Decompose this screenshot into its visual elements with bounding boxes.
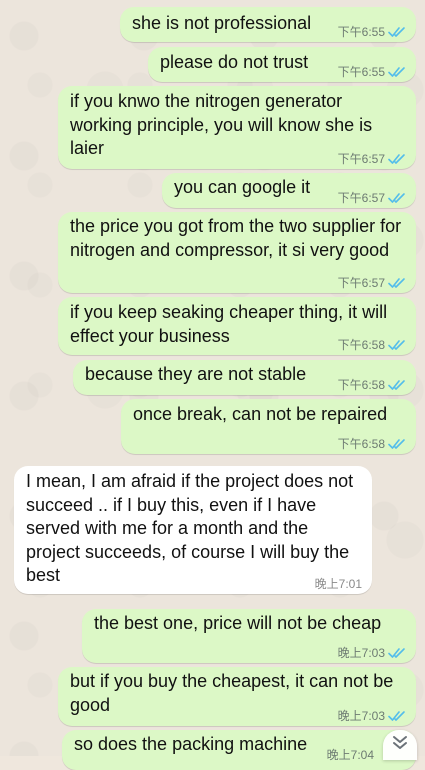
message-meta: 晚上7:01 <box>315 577 362 591</box>
message-meta: 晚上7:03 <box>338 646 406 660</box>
message-meta: 下午6:55 <box>338 25 406 39</box>
message-bubble[interactable]: but if you buy the cheapest, it can not … <box>58 667 416 726</box>
read-receipt-icon <box>388 192 406 204</box>
message-time: 下午6:57 <box>337 191 385 205</box>
read-receipt-icon <box>388 339 406 351</box>
message-time: 下午6:57 <box>337 276 385 290</box>
message-meta: 下午6:58 <box>338 437 406 451</box>
message-bubble[interactable]: if you keep seaking cheaper thing, it wi… <box>58 297 416 355</box>
message-bubble[interactable]: she is not professional 下午6:55 <box>120 7 416 42</box>
message-time: 下午6:58 <box>337 378 385 392</box>
read-receipt-icon <box>388 438 406 450</box>
read-receipt-icon <box>388 26 406 38</box>
message-bubble[interactable]: please do not trust 下午6:55 <box>148 47 416 82</box>
message-text: the price you got from the two supplier … <box>70 216 402 260</box>
message-meta: 下午6:57 <box>338 191 406 205</box>
message-time: 下午6:55 <box>337 65 385 79</box>
message-text: I mean, I am afraid if the project does … <box>26 471 354 585</box>
message-meta: 晚上7:03 <box>338 709 406 723</box>
read-receipt-icon <box>388 66 406 78</box>
message-time: 晚上7:03 <box>337 646 385 660</box>
message-bubble[interactable]: the price you got from the two supplier … <box>58 212 416 293</box>
message-bubble[interactable]: once break, can not be repaired 下午6:58 <box>121 399 416 454</box>
message-meta: 晚上7:04 <box>327 748 374 762</box>
read-receipt-icon <box>388 379 406 391</box>
message-time: 晚上7:01 <box>314 577 362 591</box>
read-receipt-icon <box>388 647 406 659</box>
message-bubble[interactable]: if you knwo the nitrogen generator worki… <box>58 86 416 169</box>
message-time: 下午6:55 <box>337 25 385 39</box>
message-time: 晚上7:04 <box>326 748 374 762</box>
message-meta: 下午6:55 <box>338 65 406 79</box>
message-bubble[interactable]: you can google it 下午6:57 <box>162 173 416 208</box>
message-meta: 下午6:58 <box>338 378 406 392</box>
message-text: the best one, price will not be cheap <box>94 613 382 633</box>
message-time: 下午6:57 <box>337 152 385 166</box>
message-meta: 下午6:57 <box>338 152 406 166</box>
read-receipt-icon <box>388 277 406 289</box>
message-bubble[interactable]: because they are not stable 下午6:58 <box>73 360 416 395</box>
read-receipt-icon <box>388 710 406 722</box>
message-bubble[interactable]: the best one, price will not be cheap 晚上… <box>82 609 416 663</box>
message-bubble[interactable]: so does the packing machine 晚上7:04 <box>62 730 416 770</box>
message-meta: 下午6:57 <box>338 276 406 290</box>
message-time: 下午6:58 <box>337 338 385 352</box>
double-chevron-down-icon <box>391 735 409 756</box>
message-text: once break, can not be repaired <box>133 404 388 424</box>
message-time: 下午6:58 <box>337 437 385 451</box>
read-receipt-icon <box>388 153 406 165</box>
message-bubble[interactable]: I mean, I am afraid if the project does … <box>14 466 372 594</box>
message-time: 晚上7:03 <box>337 709 385 723</box>
message-meta: 下午6:58 <box>338 338 406 352</box>
message-text: if you knwo the nitrogen generator worki… <box>70 91 373 158</box>
